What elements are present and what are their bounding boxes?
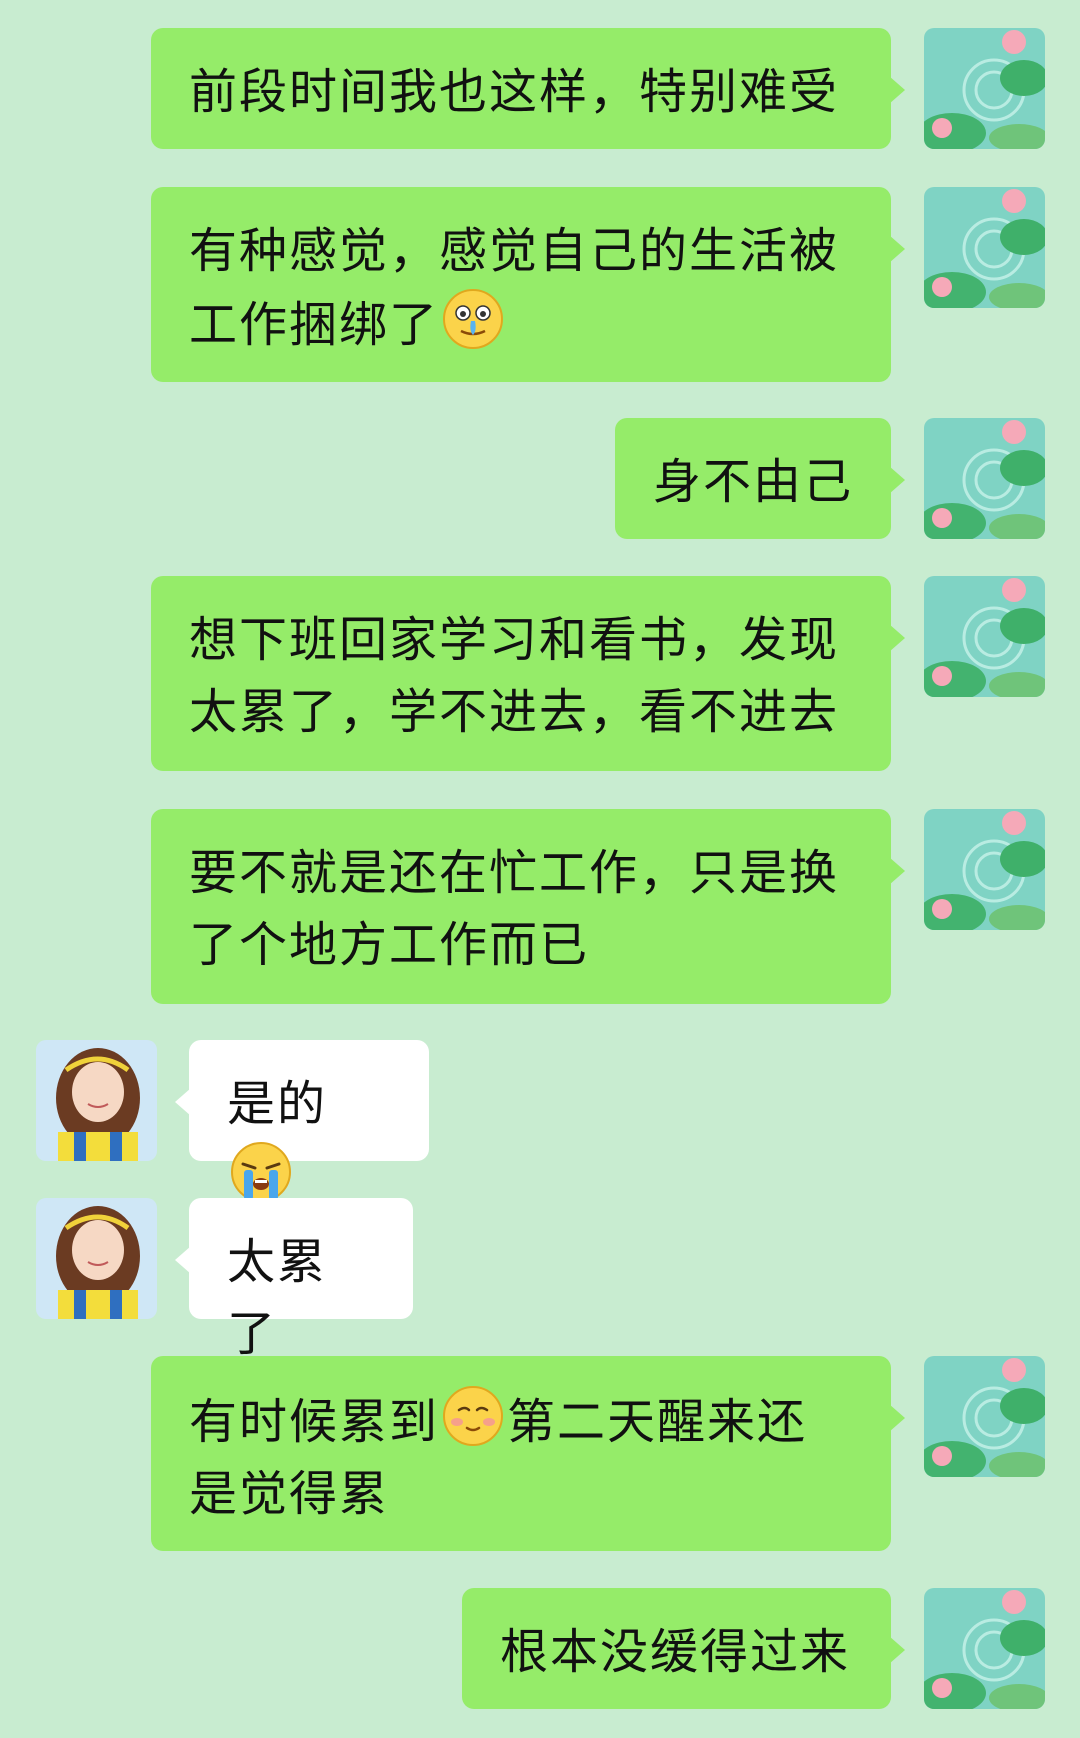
message-text: 是的	[227, 1076, 328, 1132]
outgoing-message-bubble[interactable]: 有种感觉，感觉自己的生活被工作捆绑了	[151, 187, 905, 382]
lotus-pond-avatar-icon	[924, 1588, 1045, 1709]
incoming-message-bubble[interactable]: 是的	[175, 1040, 429, 1202]
contact-avatar[interactable]	[36, 1198, 157, 1319]
outgoing-message-bubble[interactable]: 身不由己	[615, 418, 905, 539]
outgoing-message-bubble[interactable]: 根本没缓得过来	[462, 1588, 905, 1709]
lotus-pond-avatar-icon	[924, 418, 1045, 539]
loudly-crying-emoji-icon	[229, 1140, 293, 1204]
message-text: 太累了	[227, 1234, 328, 1362]
self-avatar[interactable]	[924, 187, 1045, 308]
message-text: 根本没缓得过来	[500, 1624, 851, 1680]
message-text: 有时候累到	[189, 1394, 440, 1450]
outgoing-message-bubble[interactable]: 有时候累到 第二天醒来还是觉得累	[151, 1356, 905, 1551]
girl-yellow-shirt-avatar-icon	[36, 1040, 157, 1161]
lotus-pond-avatar-icon	[924, 576, 1045, 697]
self-avatar[interactable]	[924, 418, 1045, 539]
lotus-pond-avatar-icon	[924, 809, 1045, 930]
outgoing-message-bubble[interactable]: 要不就是还在忙工作，只是换了个地方工作而已	[151, 809, 905, 1004]
self-avatar[interactable]	[924, 809, 1045, 930]
lotus-pond-avatar-icon	[924, 1356, 1045, 1477]
message-text: 想下班回家学习和看书，发现太累了，学不进去，看不进去	[189, 612, 840, 740]
outgoing-message-bubble[interactable]: 前段时间我也这样，特别难受	[151, 28, 905, 149]
incoming-message-bubble[interactable]: 太累了	[175, 1198, 413, 1362]
crying-smile-emoji-icon	[441, 287, 505, 351]
self-avatar[interactable]	[924, 576, 1045, 697]
self-avatar[interactable]	[924, 1588, 1045, 1709]
contact-avatar[interactable]	[36, 1040, 157, 1161]
message-text: 要不就是还在忙工作，只是换了个地方工作而已	[189, 845, 840, 973]
girl-yellow-shirt-avatar-icon	[36, 1198, 157, 1319]
self-avatar[interactable]	[924, 28, 1045, 149]
message-text: 前段时间我也这样，特别难受	[189, 64, 840, 120]
message-text: 身不由己	[653, 454, 854, 510]
pleading-face-emoji-icon	[441, 1384, 505, 1448]
lotus-pond-avatar-icon	[924, 28, 1045, 149]
self-avatar[interactable]	[924, 1356, 1045, 1477]
outgoing-message-bubble[interactable]: 想下班回家学习和看书，发现太累了，学不进去，看不进去	[151, 576, 905, 771]
lotus-pond-avatar-icon	[924, 187, 1045, 308]
message-text: 有种感觉，感觉自己的生活被工作捆绑了	[189, 223, 840, 353]
chat-view[interactable]: 前段时间我也这样，特别难受 有种感觉，感觉自己的生活被工作捆绑了 身不由己 想下…	[0, 0, 1080, 1738]
